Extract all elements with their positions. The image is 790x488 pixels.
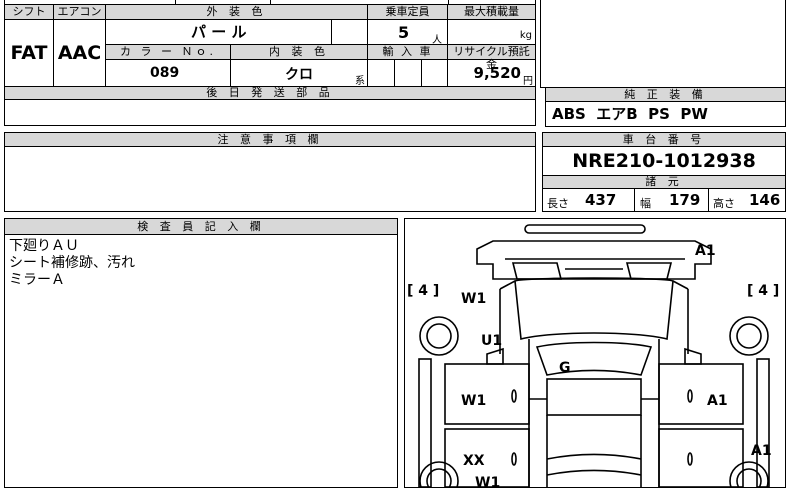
capacity-label: 乗車定員 (368, 5, 448, 20)
inspector-note-3: ミラーＡ (9, 272, 65, 288)
chassis-value: NRE210-1012938 (572, 150, 756, 172)
recycle-fee-label: リサイクル預託金 (448, 45, 535, 71)
width-value: 179 (669, 191, 701, 209)
recycle-fee-value: 9,520 (473, 64, 521, 82)
capacity-value: 5 (398, 23, 410, 42)
interior-color-value: クロ (285, 67, 313, 83)
code-right-front-door: A1 (707, 393, 728, 409)
height-label: 高さ (713, 197, 735, 210)
color-no-value: 089 (106, 60, 231, 86)
interior-color-cell: クロ 系 (231, 60, 368, 87)
color-no-label: カ ラ ー Ｎｏ. (106, 45, 231, 60)
capacity-unit: 人 (432, 35, 442, 46)
series-suffix: 系 (355, 76, 365, 87)
exterior-color-value: パ ー ル (106, 20, 368, 45)
spec-height: 高さ 146 (709, 189, 785, 211)
code-left-front-door: W1 (461, 393, 487, 409)
notes-box: 注 意 事 項 欄 (4, 132, 536, 212)
code-left-rear-door: XX (463, 453, 485, 469)
spec-length: 長さ 437 (543, 189, 635, 211)
code-left-pillar: U1 (481, 333, 503, 349)
genuine-equipment-box: 純 正 装 備 ABS エアB PS PW (545, 87, 786, 127)
length-label: 長さ (547, 197, 569, 210)
chassis-box: 車 台 番 号 NRE210-1012938 諸 元 長さ 437 幅 179 … (542, 132, 786, 212)
yen-unit: 円 (523, 76, 533, 87)
car-diagram: A1 [ 4 ] [ 4 ] W1 U1 G W1 A1 XX A1 W1 (404, 218, 786, 488)
code-tire-left: [ 4 ] (407, 283, 440, 299)
info-grid: シフト FAT エアコン AAC 外 装 色 パ ー ル 乗車定員 5 人 最大… (4, 0, 536, 100)
max-load-label: 最大積載量 (448, 5, 535, 20)
length-value: 437 (585, 191, 617, 209)
inspector-box: 検 査 員 記 入 欄 下廻りＡＵ シート補修跡、汚れ ミラーＡ (4, 218, 398, 488)
code-left-bottom: W1 (475, 475, 501, 488)
height-value: 146 (749, 191, 781, 209)
recycle-fee-cell: 9,520 円 (448, 60, 535, 87)
specs-label: 諸 元 (543, 175, 785, 189)
code-front-right: A1 (695, 243, 716, 259)
genuine-equipment-label: 純 正 装 備 (546, 88, 785, 102)
max-load-cell: kg (448, 20, 535, 45)
import-label: 輸 入 車 (368, 45, 448, 60)
inspector-note-2: シート補修跡、汚れ (9, 255, 135, 271)
later-parts-label: 後 日 発 送 部 品 (5, 86, 535, 100)
width-label: 幅 (640, 197, 651, 210)
shift-label: シフト (5, 5, 54, 20)
right-top-box (540, 0, 786, 88)
inspector-label: 検 査 員 記 入 欄 (5, 219, 397, 235)
notes-label: 注 意 事 項 欄 (5, 133, 535, 147)
spec-width: 幅 179 (635, 189, 709, 211)
interior-color-label: 内 装 色 (231, 45, 368, 60)
chassis-label: 車 台 番 号 (543, 133, 785, 147)
code-front-left-fender: W1 (461, 291, 487, 307)
code-roof: G (559, 360, 571, 376)
code-right-rear: A1 (751, 443, 772, 459)
exterior-color-label: 外 装 色 (106, 5, 368, 20)
car-outline (418, 224, 770, 487)
later-parts-area (4, 99, 536, 126)
genuine-equipment-value: ABS エアB PS PW (552, 105, 708, 123)
aircon-label: エアコン (54, 5, 106, 20)
inspector-note-1: 下廻りＡＵ (9, 238, 79, 254)
capacity-cell: 5 人 (368, 20, 448, 46)
max-load-unit: kg (519, 30, 532, 41)
code-tire-right: [ 4 ] (747, 283, 780, 299)
